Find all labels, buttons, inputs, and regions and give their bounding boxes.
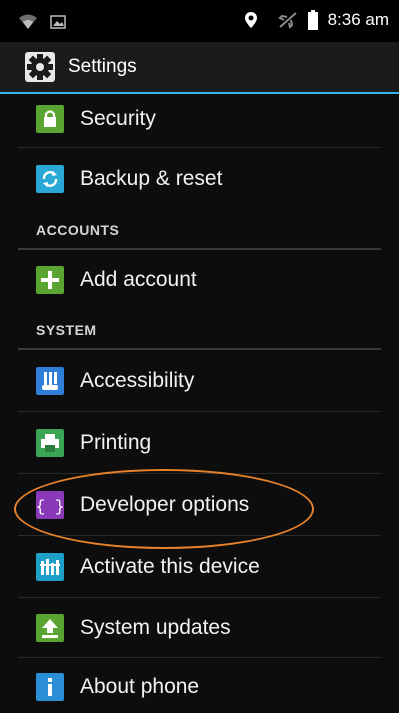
section-header-label: SYSTEM [36, 322, 97, 338]
settings-item-system-updates[interactable]: System updates [0, 598, 399, 658]
settings-item-label: Printing [80, 431, 152, 454]
settings-item-label: Backup & reset [80, 167, 223, 190]
airplane-mode-icon [277, 12, 297, 29]
clock: 8:36 am [327, 10, 389, 29]
settings-item-activate-device[interactable]: Activate this device [0, 536, 399, 598]
settings-item-add-account[interactable]: Add account [0, 250, 399, 310]
action-bar: Settings [0, 42, 399, 92]
sync-icon [36, 165, 64, 193]
settings-item-label: System updates [80, 616, 231, 639]
gear-icon[interactable] [24, 51, 56, 83]
svg-text:{ }: { } [36, 498, 64, 516]
settings-item-accessibility[interactable]: Accessibility [0, 350, 399, 412]
wifi-icon [19, 14, 37, 29]
upload-arrow-icon [36, 614, 64, 642]
settings-item-about-phone[interactable]: About phone [0, 658, 399, 713]
settings-item-backup-reset[interactable]: Backup & reset [0, 148, 399, 210]
settings-item-developer-options[interactable]: { } Developer options [0, 474, 399, 536]
settings-item-label: Security [80, 107, 156, 130]
activate-icon [36, 553, 64, 581]
info-icon [36, 673, 64, 701]
status-bar: 8:36 am [0, 0, 399, 42]
settings-item-label: Accessibility [80, 369, 195, 392]
section-header-accounts: ACCOUNTS [0, 210, 399, 250]
settings-item-label: Developer options [80, 493, 250, 516]
lock-icon [36, 105, 64, 133]
image-icon [50, 15, 66, 29]
settings-item-label: Add account [80, 268, 197, 291]
settings-item-label: Activate this device [80, 555, 260, 578]
plus-icon [36, 266, 64, 294]
section-header-label: ACCOUNTS [36, 222, 120, 238]
accessibility-icon [36, 367, 64, 395]
settings-item-security[interactable]: Security [0, 94, 399, 148]
printer-icon [36, 429, 64, 457]
settings-item-label: About phone [80, 675, 200, 698]
braces-icon: { } [36, 491, 64, 519]
settings-item-printing[interactable]: Printing [0, 412, 399, 474]
location-icon [244, 12, 257, 28]
battery-icon [307, 10, 318, 30]
section-header-system: SYSTEM [0, 310, 399, 350]
page-title: Settings [68, 56, 137, 77]
